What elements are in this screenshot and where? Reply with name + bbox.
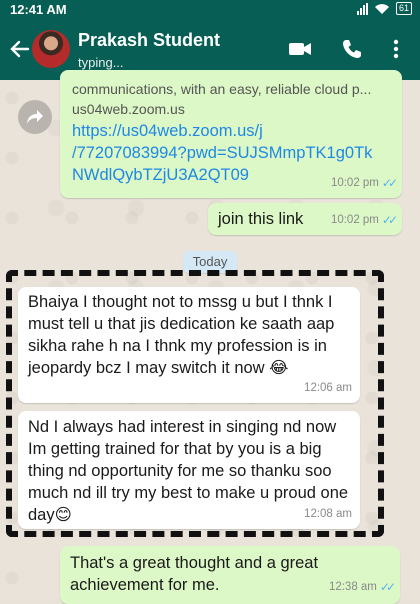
message-time: 12:38 am [328,581,377,593]
wifi-icon [374,3,389,14]
message-text: Bhaiya I thought not to mssg u but I thn… [28,293,335,377]
message-bubble[interactable]: That's a great thought and a great achie… [60,546,400,604]
message-text: join this link [218,210,304,228]
message-text: That's a great thought and a great achie… [70,554,319,594]
message-time: 10:02 pm [330,214,379,226]
status-bar: 12:41 AM 61 [0,0,420,20]
message-meta: 10:02 pm ✓✓ [330,209,398,231]
link-preview-title: communications, with an easy, reliable c… [72,81,372,97]
message-time: 10:02 pm [330,177,379,189]
link-preview-domain: us04web.zoom.us [72,101,185,117]
forward-share-button[interactable] [18,100,52,134]
read-ticks-icon: ✓✓ [379,580,396,594]
message-time: 12:08 am [304,508,352,520]
message-link-line[interactable]: /77207083994?pwd=SUJSMmpTK1g0Tk [72,142,372,164]
message-meta: 10:02 pm ✓✓ [330,172,398,194]
message-bubble-incoming[interactable]: Nd I always had interest in singing nd n… [18,411,360,529]
battery-icon: 61 [395,2,412,15]
message-meta: 12:08 am [304,503,352,525]
phone-call-icon[interactable] [341,38,363,60]
message-meta: 12:06 am [304,377,352,399]
read-ticks-icon: ✓✓ [381,176,398,190]
message-meta: 12:38 am ✓✓ [328,576,396,598]
forward-icon [27,110,43,124]
avatar[interactable] [32,30,70,68]
read-ticks-icon: ✓✓ [381,213,398,227]
video-call-icon[interactable] [288,38,312,60]
status-time: 12:41 AM [10,2,67,17]
chat-area[interactable]: communications, with an easy, reliable c… [0,70,420,604]
signal-icon [356,2,368,15]
more-options-icon[interactable] [392,38,400,60]
contact-name[interactable]: Prakash Student [78,30,220,51]
message-bubble-link[interactable]: communications, with an easy, reliable c… [60,70,402,198]
back-arrow-icon[interactable] [8,38,30,60]
message-bubble[interactable]: join this link 10:02 pm ✓✓ [208,203,402,235]
contact-status: typing... [78,55,124,70]
message-link-line[interactable]: NWdlQybTZjU3A2QT09 [72,164,249,186]
message-time: 12:06 am [304,382,352,394]
message-link-line[interactable]: https://us04web.zoom.us/j [72,120,263,142]
status-icons: 61 [356,2,412,15]
message-bubble-incoming[interactable]: Bhaiya I thought not to mssg u but I thn… [18,287,360,403]
